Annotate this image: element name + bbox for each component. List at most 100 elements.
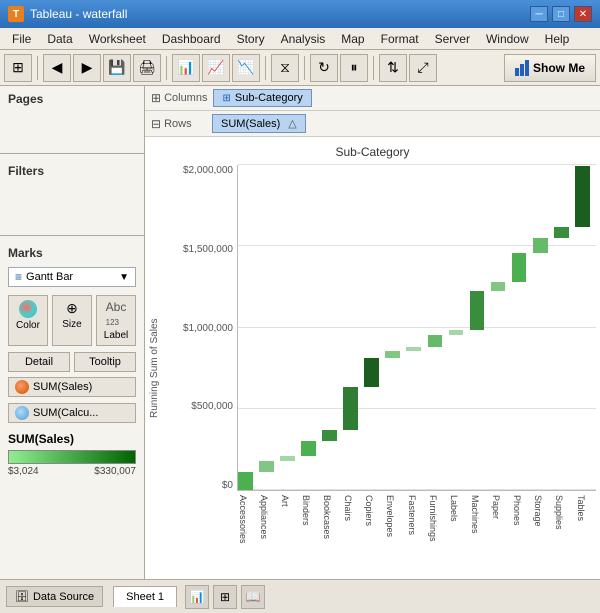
toolbar-sep-4	[304, 56, 305, 80]
rows-pill-label: SUM(Sales)	[221, 118, 280, 130]
menu-map[interactable]: Map	[333, 30, 372, 48]
new-worksheet-button[interactable]: 📊	[185, 585, 209, 609]
pages-label: Pages	[0, 86, 144, 109]
plot-area	[237, 165, 596, 491]
y-tick-3: $500,000	[169, 401, 233, 412]
sum-sales-label: SUM(Sales)	[33, 381, 92, 393]
x-label-text: Storage	[533, 495, 543, 527]
toolbar-forward-button[interactable]: ▶	[73, 54, 101, 82]
marks-csl-row: Color ⊕ Size Abc123 Label	[8, 295, 136, 346]
chart-bar	[322, 430, 337, 441]
right-area: ⊞ Columns ⊞ Sub-Category ⊟ Rows SUM(Sale…	[145, 86, 600, 579]
gantt-icon: ≡	[15, 270, 22, 284]
bottom-bar: 🗄 Data Source Sheet 1 📊 ⊞ 📖	[0, 579, 600, 613]
sum-sales-pill[interactable]: SUM(Sales)	[8, 377, 136, 397]
chart-bar	[428, 335, 443, 348]
x-label-text: Furnishings	[428, 495, 438, 542]
rows-shelf-label: ⊟ Rows	[151, 117, 206, 131]
left-panel: Pages Filters Marks ≡ Gantt Bar ▼ Color …	[0, 86, 145, 579]
grid-line	[238, 327, 596, 328]
toolbar-save-button[interactable]: 💾	[103, 54, 131, 82]
toolbar-pause-button[interactable]: ⏸	[340, 54, 368, 82]
x-axis-label: Storage	[533, 491, 554, 571]
data-source-button[interactable]: 🗄 Data Source	[6, 586, 103, 607]
divider-1	[0, 153, 144, 154]
color-scale-title: SUM(Sales)	[8, 432, 136, 446]
x-label-text: Chairs	[343, 495, 353, 521]
x-label-text: Art	[280, 495, 290, 507]
chart-bar	[385, 351, 400, 358]
tooltip-button[interactable]: Tooltip	[74, 352, 136, 372]
toolbar-fit-button[interactable]: ⤢	[409, 54, 437, 82]
columns-shelf-label: ⊞ Columns	[151, 91, 207, 105]
columns-pill[interactable]: ⊞ Sub-Category	[213, 89, 311, 107]
marks-label: Marks	[0, 240, 144, 263]
minimize-button[interactable]: ─	[530, 6, 548, 22]
menu-server[interactable]: Server	[427, 30, 478, 48]
x-axis-label: Fasteners	[406, 491, 427, 571]
toolbar-chart2-button[interactable]: 📉	[232, 54, 260, 82]
chart-plot-area: $2,000,000 $1,500,000 $1,000,000 $500,00…	[165, 165, 596, 491]
x-label-text: Copiers	[364, 495, 374, 526]
color-label: Color	[16, 320, 40, 331]
label-button[interactable]: Abc123 Label	[96, 295, 136, 346]
menu-help[interactable]: Help	[537, 30, 578, 48]
y-tick-0: $2,000,000	[169, 165, 233, 176]
x-axis-label: Furnishings	[427, 491, 448, 571]
x-axis-label: Machines	[469, 491, 490, 571]
x-label-text: Appliances	[259, 495, 269, 539]
columns-icon: ⊞	[151, 91, 161, 105]
color-button[interactable]: Color	[8, 295, 48, 346]
chart-bar	[554, 227, 569, 238]
menu-dashboard[interactable]: Dashboard	[154, 30, 229, 48]
sum-calc-pill[interactable]: SUM(Calcu...	[8, 403, 136, 423]
menu-analysis[interactable]: Analysis	[273, 30, 334, 48]
menu-file[interactable]: File	[4, 30, 39, 48]
size-label: Size	[62, 319, 81, 330]
menu-story[interactable]: Story	[229, 30, 273, 48]
chart-bar	[406, 347, 421, 351]
toolbar-grid-icon[interactable]: ⊞	[4, 54, 32, 82]
show-me-button[interactable]: Show Me	[504, 54, 596, 82]
chart-bar	[259, 461, 274, 472]
menu-worksheet[interactable]: Worksheet	[81, 30, 154, 48]
x-axis: AccessoriesAppliancesArtBindersBookcases…	[237, 491, 596, 571]
rows-pill[interactable]: SUM(Sales) △	[212, 114, 306, 133]
size-button[interactable]: ⊕ Size	[52, 295, 92, 346]
marks-type-dropdown[interactable]: ≡ Gantt Bar ▼	[8, 267, 136, 287]
columns-shelf: ⊞ Columns ⊞ Sub-Category	[145, 86, 600, 111]
y-tick-2: $1,000,000	[169, 323, 233, 334]
toolbar-filter-button[interactable]: ⧖	[271, 54, 299, 82]
toolbar-print-button[interactable]: 🖨	[133, 54, 161, 82]
detail-tooltip-row: Detail Tooltip	[8, 352, 136, 372]
menu-data[interactable]: Data	[39, 30, 80, 48]
new-story-button[interactable]: 📖	[241, 585, 265, 609]
data-source-label: Data Source	[33, 591, 94, 603]
close-button[interactable]: ✕	[574, 6, 592, 22]
toolbar: ⊞ ◀ ▶ 💾 🖨 📊 📈 📉 ⧖ ↻ ⏸ ⇅ ⤢ Show Me	[0, 50, 600, 86]
detail-button[interactable]: Detail	[8, 352, 70, 372]
window-title: Tableau - waterfall	[30, 7, 127, 21]
toolbar-refresh-button[interactable]: ↻	[310, 54, 338, 82]
y-tick-4: $0	[169, 480, 233, 491]
sum-calc-icon	[15, 406, 29, 420]
x-axis-label: Copiers	[364, 491, 385, 571]
x-axis-label: Envelopes	[385, 491, 406, 571]
toolbar-chart-button[interactable]: 📊	[172, 54, 200, 82]
toolbar-bar-button[interactable]: 📈	[202, 54, 230, 82]
toolbar-sep-1	[37, 56, 38, 80]
filters-label: Filters	[0, 158, 144, 181]
pages-content	[0, 109, 144, 149]
menu-window[interactable]: Window	[478, 30, 537, 48]
chart-bar	[364, 358, 379, 387]
toolbar-swap-button[interactable]: ⇅	[379, 54, 407, 82]
new-dashboard-button[interactable]: ⊞	[213, 585, 237, 609]
color-scale-bar[interactable]	[8, 450, 136, 464]
toolbar-back-button[interactable]: ◀	[43, 54, 71, 82]
marks-type-label: Gantt Bar	[26, 271, 73, 283]
menu-format[interactable]: Format	[373, 30, 427, 48]
rows-delta-icon: △	[288, 117, 296, 130]
sheet-tab[interactable]: Sheet 1	[113, 586, 177, 607]
chevron-down-icon: ▼	[119, 272, 129, 283]
maximize-button[interactable]: □	[552, 6, 570, 22]
